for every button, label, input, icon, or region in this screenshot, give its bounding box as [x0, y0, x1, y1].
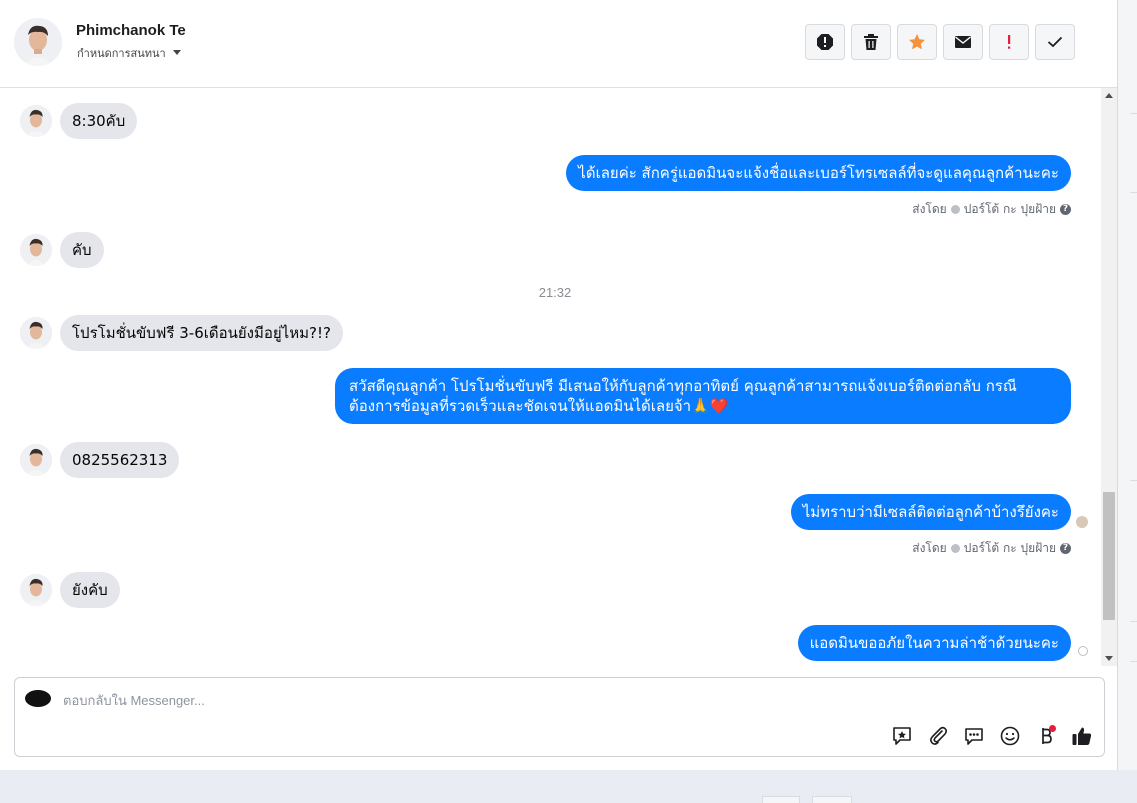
admin-check-icon [950, 544, 960, 553]
seen-avatar-icon [1076, 516, 1088, 528]
message-text: ต้องการข้อมูลที่รวดเร็วและชัดเจนให้แอดมิ… [349, 397, 692, 415]
conversation-status-dropdown[interactable]: กำหนดการสนทนา [77, 44, 182, 62]
conversation-header: Phimchanok Te กำหนดการสนทนา [0, 0, 1117, 88]
mark-spam-button[interactable] [805, 24, 845, 60]
quick-reply-button[interactable] [962, 724, 986, 748]
message-row-incoming: 8:30คับ [20, 103, 138, 139]
sent-by-name[interactable]: ปอร์โต้ กะ ปุยฝ้าย [964, 539, 1056, 558]
message-text-line-2: ต้องการข้อมูลที่รวดเร็วและชัดเจนให้แอดมิ… [349, 396, 1057, 416]
message-bubble-outgoing[interactable]: แอดมินขออภัยในความล่าช้าด้วยนะคะ [797, 625, 1071, 661]
caret-down-icon [172, 50, 181, 55]
sent-by-label: ส่งโดย ปอร์โต้ กะ ปุยฝ้าย ? [912, 539, 1071, 558]
trash-icon [864, 34, 878, 50]
scrollbar-thumb[interactable] [1103, 492, 1115, 620]
sender-avatar[interactable] [20, 234, 52, 266]
admin-check-icon [950, 205, 960, 214]
sent-by-name[interactable]: ปอร์โต้ กะ ปุยฝ้าย [964, 200, 1056, 219]
mark-done-button[interactable] [1035, 24, 1075, 60]
message-bubble-outgoing[interactable]: สวัสดีคุณลูกค้า โปรโมชั่นขับฟรี มีเสนอให… [335, 368, 1071, 424]
saved-reply-button[interactable] [890, 724, 914, 748]
emoji-button[interactable] [998, 724, 1022, 748]
sent-by-prefix: ส่งโดย [912, 541, 947, 555]
contact-avatar-image [14, 18, 62, 66]
message-thread: 8:30คับ ได้เลยค่ะ สักครู่แอดมินจะแจ้งชื่… [0, 88, 1117, 666]
mark-unread-button[interactable] [943, 24, 983, 60]
reply-composer [14, 677, 1105, 757]
bottom-strip [0, 770, 1137, 803]
message-row-incoming: โปรโมชั่นขับฟรี 3-6เดือนยังมีอยู่ไหม?!? [20, 315, 343, 351]
sender-avatar-image [20, 234, 52, 266]
sender-avatar[interactable] [20, 574, 52, 606]
reply-input[interactable] [63, 690, 863, 710]
composer-tools [890, 724, 1094, 748]
message-bubble-incoming[interactable]: 8:30คับ [60, 103, 138, 139]
payment-button[interactable] [1034, 724, 1058, 748]
sender-avatar[interactable] [20, 444, 52, 476]
sender-avatar-image [20, 444, 52, 476]
mail-icon [955, 36, 971, 48]
page-logo-icon [25, 690, 51, 707]
attach-file-button[interactable] [926, 724, 950, 748]
star-button[interactable] [897, 24, 937, 60]
check-icon [1047, 36, 1063, 48]
contact-name[interactable]: Phimchanok Te [76, 22, 186, 39]
sent-by-label: ส่งโดย ปอร์โต้ กะ ปุยฝ้าย ? [912, 200, 1071, 219]
message-bubble-outgoing[interactable]: ได้เลยค่ะ สักครู่แอดมินจะแจ้งชื่อและเบอร… [566, 155, 1071, 191]
sender-avatar-image [20, 317, 52, 349]
emoji-icon [1000, 726, 1020, 746]
message-bubble-outgoing[interactable]: ไม่ทราบว่ามีเซลล์ติดต่อลูกค้าบ้างรึยังคะ [790, 494, 1071, 530]
help-icon[interactable]: ? [1060, 204, 1071, 215]
saved-reply-icon [893, 727, 911, 745]
like-icon [1072, 727, 1092, 745]
thread-scrollbar[interactable] [1101, 88, 1117, 666]
attachment-icon [930, 726, 948, 745]
message-bubble-incoming[interactable]: คับ [60, 232, 104, 268]
like-button[interactable] [1070, 724, 1094, 748]
conversation-status-label: กำหนดการสนทนา [77, 47, 166, 60]
emoji-pray-heart: 🙏❤️ [691, 397, 729, 415]
scroll-up-arrow-icon[interactable] [1105, 93, 1113, 98]
message-bubble-incoming[interactable]: โปรโมชั่นขับฟรี 3-6เดือนยังมีอยู่ไหม?!? [60, 315, 343, 351]
contact-avatar[interactable] [14, 18, 62, 66]
sender-avatar-image [20, 574, 52, 606]
message-row-incoming: 0825562313 [20, 442, 180, 478]
exclamation-icon [1008, 35, 1011, 49]
sender-avatar-image [20, 105, 52, 137]
follow-up-button[interactable] [989, 24, 1029, 60]
message-row-incoming: ยังคับ [20, 572, 120, 608]
message-bubble-incoming[interactable]: 0825562313 [60, 442, 180, 478]
notification-dot [1049, 725, 1056, 732]
message-text-line: สวัสดีคุณลูกค้า โปรโมชั่นขับฟรี มีเสนอให… [349, 377, 1017, 395]
sender-avatar[interactable] [20, 105, 52, 137]
right-side-strip [1118, 0, 1137, 770]
sender-avatar[interactable] [20, 317, 52, 349]
message-row-incoming: คับ [20, 232, 104, 268]
delete-button[interactable] [851, 24, 891, 60]
help-icon[interactable]: ? [1060, 543, 1071, 554]
conversation-panel: Phimchanok Te กำหนดการสนทนา 8:30คับ ได้เ… [0, 0, 1118, 770]
conversation-actions [805, 24, 1075, 60]
scroll-down-arrow-icon[interactable] [1105, 656, 1113, 661]
delivered-status-icon [1078, 646, 1088, 656]
message-bubble-incoming[interactable]: ยังคับ [60, 572, 120, 608]
timestamp-divider: 21:32 [538, 285, 572, 300]
star-icon [909, 34, 925, 50]
spam-icon [817, 34, 833, 50]
quick-reply-icon [965, 728, 983, 745]
sent-by-prefix: ส่งโดย [912, 202, 947, 216]
